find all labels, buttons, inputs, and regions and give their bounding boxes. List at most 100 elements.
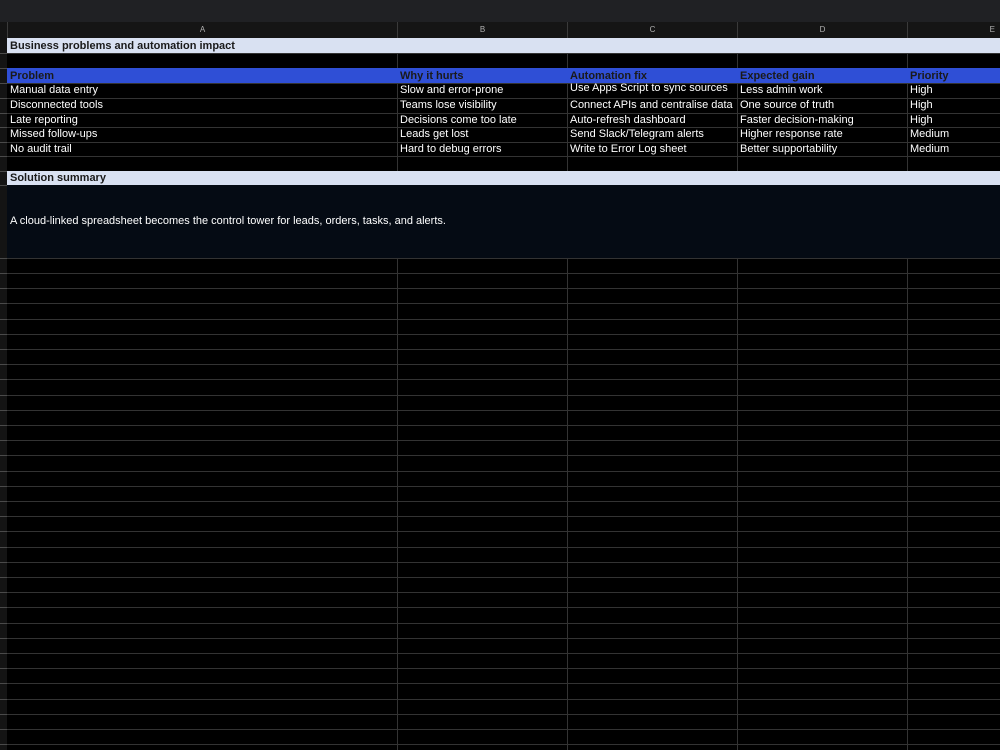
column-header-a[interactable]: A bbox=[7, 22, 397, 38]
row-header-tick bbox=[0, 683, 7, 684]
summary-cell[interactable]: A cloud-linked spreadsheet becomes the c… bbox=[7, 185, 1000, 258]
grid-row-line bbox=[7, 258, 1000, 259]
grid-row-line bbox=[7, 516, 1000, 517]
row-header-tick bbox=[0, 440, 7, 441]
row-header-tick bbox=[0, 547, 7, 548]
row-header-tick bbox=[0, 410, 7, 411]
row-header-tick bbox=[0, 699, 7, 700]
table-cell[interactable]: Manual data entry bbox=[7, 83, 397, 97]
row-header-tick bbox=[0, 171, 7, 172]
table-cell[interactable]: Missed follow-ups bbox=[7, 127, 397, 141]
grid-row-line bbox=[7, 607, 1000, 608]
grid-row-line bbox=[7, 531, 1000, 532]
table-cell[interactable]: No audit trail bbox=[7, 142, 397, 156]
row-header-tick bbox=[0, 185, 7, 186]
grid-row-line bbox=[7, 699, 1000, 700]
grid-row-line bbox=[7, 547, 1000, 548]
row-header-tick bbox=[0, 303, 7, 304]
grid-row-line bbox=[7, 455, 1000, 456]
table-cell[interactable]: Hard to debug errors bbox=[397, 142, 567, 156]
table-cell[interactable]: Better supportability bbox=[737, 142, 907, 156]
table-row: No audit trail Hard to debug errors Writ… bbox=[7, 142, 1000, 157]
grid-row-line bbox=[7, 288, 1000, 289]
grid-row-line bbox=[7, 623, 1000, 624]
grid-row-line bbox=[7, 395, 1000, 396]
table-cell[interactable]: Send Slack/Telegram alerts bbox=[567, 127, 737, 141]
table-cell[interactable]: Disconnected tools bbox=[7, 98, 397, 112]
row-header-tick bbox=[0, 425, 7, 426]
summary-title-band[interactable]: Solution summary bbox=[7, 171, 1000, 185]
table-cell[interactable]: Decisions come too late bbox=[397, 113, 567, 127]
column-header-c[interactable]: C bbox=[567, 22, 737, 38]
table-cell[interactable]: Connect APIs and centralise data bbox=[567, 98, 737, 112]
row-header-tick bbox=[0, 607, 7, 608]
grid-row-line bbox=[7, 729, 1000, 730]
table-cell[interactable]: Medium bbox=[907, 142, 1000, 156]
row-header-tick bbox=[0, 516, 7, 517]
sheet-grid[interactable]: Business problems and automation impact … bbox=[7, 38, 1000, 750]
section-title: Business problems and automation impact bbox=[10, 40, 235, 52]
row-header-tick bbox=[0, 53, 7, 54]
row-header-tick bbox=[0, 455, 7, 456]
row-header-tick bbox=[0, 142, 7, 143]
header-cell-why-it-hurts[interactable]: Why it hurts bbox=[397, 69, 567, 83]
table-cell[interactable]: Slow and error-prone bbox=[397, 83, 567, 97]
grid-row-line bbox=[7, 683, 1000, 684]
summary-title: Solution summary bbox=[10, 172, 106, 184]
row-header-tick bbox=[0, 471, 7, 472]
row-header-tick bbox=[0, 577, 7, 578]
table-cell[interactable]: Auto-refresh dashboard bbox=[567, 113, 737, 127]
row-header-tick bbox=[0, 83, 7, 84]
column-header-d[interactable]: D bbox=[737, 22, 907, 38]
table-header-row[interactable]: Problem Why it hurts Automation fix Expe… bbox=[7, 68, 1000, 83]
row-header-tick bbox=[0, 531, 7, 532]
table-cell[interactable]: Late reporting bbox=[7, 113, 397, 127]
row-header-tick bbox=[0, 395, 7, 396]
table-cell[interactable]: Less admin work bbox=[737, 83, 907, 97]
header-cell-priority[interactable]: Priority bbox=[907, 69, 1000, 83]
section-title-band[interactable]: Business problems and automation impact bbox=[7, 38, 1000, 53]
table-cell[interactable]: Medium bbox=[907, 127, 1000, 141]
grid-row-line bbox=[7, 440, 1000, 441]
table-cell[interactable]: Use Apps Script to sync sources bbox=[567, 81, 737, 95]
column-header-b[interactable]: B bbox=[397, 22, 567, 38]
row-header-tick bbox=[0, 592, 7, 593]
row-header-tick bbox=[0, 714, 7, 715]
grid-row-line bbox=[7, 334, 1000, 335]
grid-row-line bbox=[7, 592, 1000, 593]
row-header-tick bbox=[0, 273, 7, 274]
table-cell[interactable]: Teams lose visibility bbox=[397, 98, 567, 112]
row-header-tick bbox=[0, 623, 7, 624]
grid-row-line bbox=[7, 379, 1000, 380]
column-header-e[interactable]: E bbox=[907, 22, 1000, 38]
row-header-tick bbox=[0, 156, 7, 157]
grid-row-line bbox=[7, 410, 1000, 411]
table-cell[interactable]: Leads get lost bbox=[397, 127, 567, 141]
row-header-tick bbox=[0, 501, 7, 502]
grid-row-line bbox=[7, 273, 1000, 274]
grid-row-line bbox=[7, 303, 1000, 304]
row-header-tick bbox=[0, 319, 7, 320]
grid-row-line bbox=[7, 471, 1000, 472]
toolbar-area bbox=[0, 0, 1000, 22]
table-cell[interactable]: High bbox=[907, 83, 1000, 97]
grid-row-line bbox=[7, 714, 1000, 715]
grid-row-line bbox=[7, 577, 1000, 578]
table-cell[interactable]: High bbox=[907, 113, 1000, 127]
table-cell[interactable]: High bbox=[907, 98, 1000, 112]
table-row: Disconnected tools Teams lose visibility… bbox=[7, 98, 1000, 113]
grid-row-line bbox=[7, 638, 1000, 639]
row-header-tick bbox=[0, 113, 7, 114]
table-row: Late reporting Decisions come too late A… bbox=[7, 113, 1000, 128]
table-cell[interactable]: Higher response rate bbox=[737, 127, 907, 141]
header-cell-expected-gain[interactable]: Expected gain bbox=[737, 69, 907, 83]
row-header-tick bbox=[0, 668, 7, 669]
table-cell[interactable]: One source of truth bbox=[737, 98, 907, 112]
row-header-tick bbox=[0, 258, 7, 259]
row-header-gutter bbox=[0, 22, 7, 750]
header-cell-problem[interactable]: Problem bbox=[7, 69, 397, 83]
grid-row-line bbox=[7, 319, 1000, 320]
table-cell[interactable]: Faster decision-making bbox=[737, 113, 907, 127]
table-row: Missed follow-ups Leads get lost Send Sl… bbox=[7, 127, 1000, 142]
table-cell[interactable]: Write to Error Log sheet bbox=[567, 142, 737, 156]
